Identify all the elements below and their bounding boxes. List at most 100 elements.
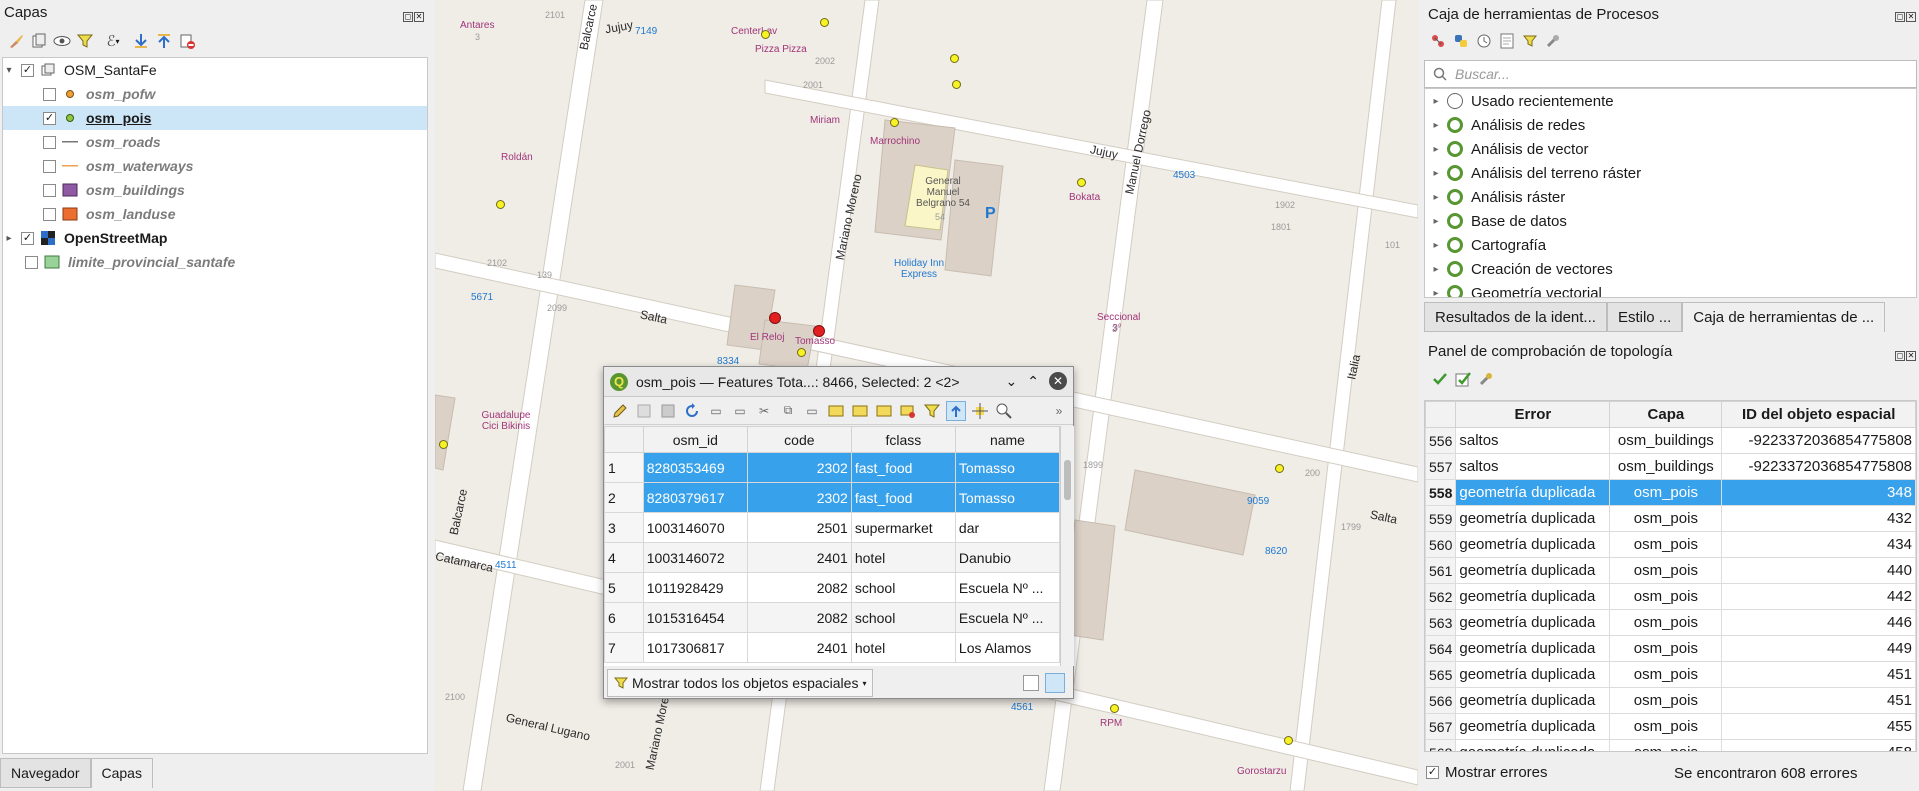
cell-feature-id[interactable]: 455: [1721, 713, 1916, 740]
table-row[interactable]: 568geometría duplicadaosm_pois458: [1425, 739, 1916, 751]
cell-feature-id[interactable]: 451: [1721, 687, 1916, 714]
row-number[interactable]: 561: [1425, 557, 1457, 584]
cell-fclass[interactable]: hotel: [850, 632, 956, 663]
row-number[interactable]: 3: [604, 512, 644, 543]
cell-error[interactable]: geometría duplicada: [1455, 661, 1611, 688]
select-by-expression-icon[interactable]: [826, 401, 846, 421]
layer-osm-roads[interactable]: osm_roads: [3, 130, 427, 154]
show-all-features-button[interactable]: Mostrar todos los objetos espaciales ▾: [607, 669, 874, 697]
expand-arrow-icon[interactable]: ▸: [3, 233, 15, 244]
row-number[interactable]: 5: [604, 572, 644, 603]
row-number[interactable]: 7: [604, 632, 644, 663]
results-viewer-icon[interactable]: [1497, 31, 1517, 51]
table-row[interactable]: 567 geometría duplicada osm_pois 455: [1425, 713, 1916, 740]
dock-buttons[interactable]: ◻ ✕: [402, 6, 424, 22]
poi-marker-icon[interactable]: [1275, 464, 1284, 473]
cut-icon[interactable]: ✂: [754, 401, 774, 421]
cell-capa[interactable]: osm_pois: [1609, 687, 1723, 714]
attribute-scrollbar[interactable]: [1060, 426, 1074, 666]
table-row[interactable]: 557 saltos osm_buildings -92233720368547758…: [1425, 453, 1916, 480]
row-number[interactable]: 568: [1425, 739, 1457, 751]
cell-error[interactable]: geometría duplicada: [1455, 479, 1611, 506]
cell-feature-id[interactable]: -9223372036854775808: [1721, 453, 1916, 480]
cell-error[interactable]: geometría duplicada: [1455, 739, 1611, 751]
cell-error[interactable]: geometría duplicada: [1455, 635, 1611, 662]
table-row[interactable]: 556 saltos osm_buildings -92233720368547758…: [1425, 427, 1916, 454]
cell-fclass[interactable]: hotel: [850, 542, 956, 573]
style-brush-icon[interactable]: [6, 31, 26, 51]
cell-error[interactable]: geometría duplicada: [1455, 713, 1611, 740]
column-header-name[interactable]: name: [954, 426, 1060, 453]
layer-group-osm-santafe[interactable]: ▾ ✓ OSM_SantaFe: [3, 58, 427, 82]
column-header-error[interactable]: Error: [1455, 401, 1611, 428]
row-number[interactable]: 557: [1425, 453, 1457, 480]
cell-capa[interactable]: osm_pois: [1609, 557, 1723, 584]
select-all-icon[interactable]: [850, 401, 870, 421]
layer-osm-pois[interactable]: ✓ osm_pois: [3, 106, 427, 130]
layer-checkbox[interactable]: ✓: [21, 63, 34, 77]
cell-capa[interactable]: osm_pois: [1609, 505, 1723, 532]
layer-osm-buildings[interactable]: osm_buildings: [3, 178, 427, 202]
expand-all-icon[interactable]: [131, 31, 151, 51]
visibility-eye-icon[interactable]: [52, 31, 72, 51]
processing-group[interactable]: ▸ Análisis de redes: [1425, 113, 1916, 137]
cell-feature-id[interactable]: 434: [1721, 531, 1916, 558]
table-row[interactable]: 6 1015316454 2082 school Escuela Nº ...: [604, 602, 1060, 633]
cell-capa[interactable]: osm_pois: [1609, 583, 1723, 610]
cell-code[interactable]: 2302: [746, 452, 852, 483]
row-number[interactable]: 560: [1425, 531, 1457, 558]
row-number[interactable]: 566: [1425, 687, 1457, 714]
tab-capas[interactable]: Capas: [90, 758, 153, 788]
layer-checkbox[interactable]: [43, 87, 56, 101]
cell-feature-id[interactable]: -9223372036854775808: [1721, 427, 1916, 454]
form-view-icon[interactable]: [1023, 675, 1039, 691]
cell-capa[interactable]: osm_pois: [1609, 531, 1723, 558]
table-row[interactable]: 563 geometría duplicada osm_pois 446: [1425, 609, 1916, 636]
cell-name[interactable]: Tomasso: [954, 452, 1060, 483]
cell-name[interactable]: Tomasso: [954, 482, 1060, 513]
tab-identify-results[interactable]: Resultados de la ident...: [1424, 302, 1607, 332]
layer-osm-waterways[interactable]: osm_waterways: [3, 154, 427, 178]
column-header-osm-id[interactable]: osm_id: [642, 426, 748, 453]
cell-error[interactable]: geometría duplicada: [1455, 505, 1611, 532]
edit-pencil-icon[interactable]: [610, 401, 630, 421]
cell-feature-id[interactable]: 442: [1721, 583, 1916, 610]
table-row[interactable]: 1 8280353469 2302 fast_food Tomasso: [604, 452, 1060, 483]
row-number[interactable]: 563: [1425, 609, 1457, 636]
cell-error[interactable]: geometría duplicada: [1455, 583, 1611, 610]
column-header-capa[interactable]: Capa: [1609, 401, 1723, 428]
cell-osm-id[interactable]: 8280379617: [642, 482, 748, 513]
row-number[interactable]: 2: [604, 482, 644, 513]
processing-group[interactable]: ▸ Análisis del terreno ráster: [1425, 161, 1916, 185]
table-view-icon[interactable]: [1045, 673, 1065, 693]
poi-marker-icon[interactable]: [820, 18, 829, 27]
poi-marker-icon[interactable]: [761, 30, 770, 39]
more-tools-icon[interactable]: »: [1049, 401, 1069, 421]
options-icon[interactable]: [1543, 31, 1563, 51]
processing-group[interactable]: ▸ Análisis de vector: [1425, 137, 1916, 161]
layer-checkbox[interactable]: ✓: [21, 231, 34, 245]
processing-group[interactable]: ▸ Cartografía: [1425, 233, 1916, 257]
table-row[interactable]: 2 8280379617 2302 fast_food Tomasso: [604, 482, 1060, 513]
row-number[interactable]: 556: [1425, 427, 1457, 454]
delete-feature-icon[interactable]: ▭: [730, 401, 750, 421]
cell-capa[interactable]: osm_pois: [1609, 713, 1723, 740]
dock-buttons[interactable]: ◻ ✕: [1894, 345, 1916, 361]
cell-name[interactable]: dar: [954, 512, 1060, 543]
tab-navegador[interactable]: Navegador: [0, 758, 91, 788]
poi-marker-icon[interactable]: [950, 54, 959, 63]
cell-name[interactable]: Los Alamos: [954, 632, 1060, 663]
poi-marker-icon[interactable]: [797, 348, 806, 357]
cell-capa[interactable]: osm_pois: [1609, 739, 1723, 751]
processing-group[interactable]: ▸ Análisis ráster: [1425, 185, 1916, 209]
table-row[interactable]: 7 1017306817 2401 hotel Los Alamos: [604, 632, 1060, 663]
attribute-table-titlebar[interactable]: Q osm_pois — Features Tota...: 8466, Sel…: [604, 367, 1073, 397]
table-row[interactable]: 566 geometría duplicada osm_pois 451: [1425, 687, 1916, 714]
cell-fclass[interactable]: fast_food: [850, 452, 956, 483]
layer-checkbox[interactable]: ✓: [43, 111, 56, 125]
validate-all-icon[interactable]: [1430, 369, 1450, 389]
cell-error[interactable]: saltos: [1455, 453, 1611, 480]
cell-name[interactable]: Danubio: [954, 542, 1060, 573]
table-row[interactable]: 560 geometría duplicada osm_pois 434: [1425, 531, 1916, 558]
cell-fclass[interactable]: fast_food: [850, 482, 956, 513]
